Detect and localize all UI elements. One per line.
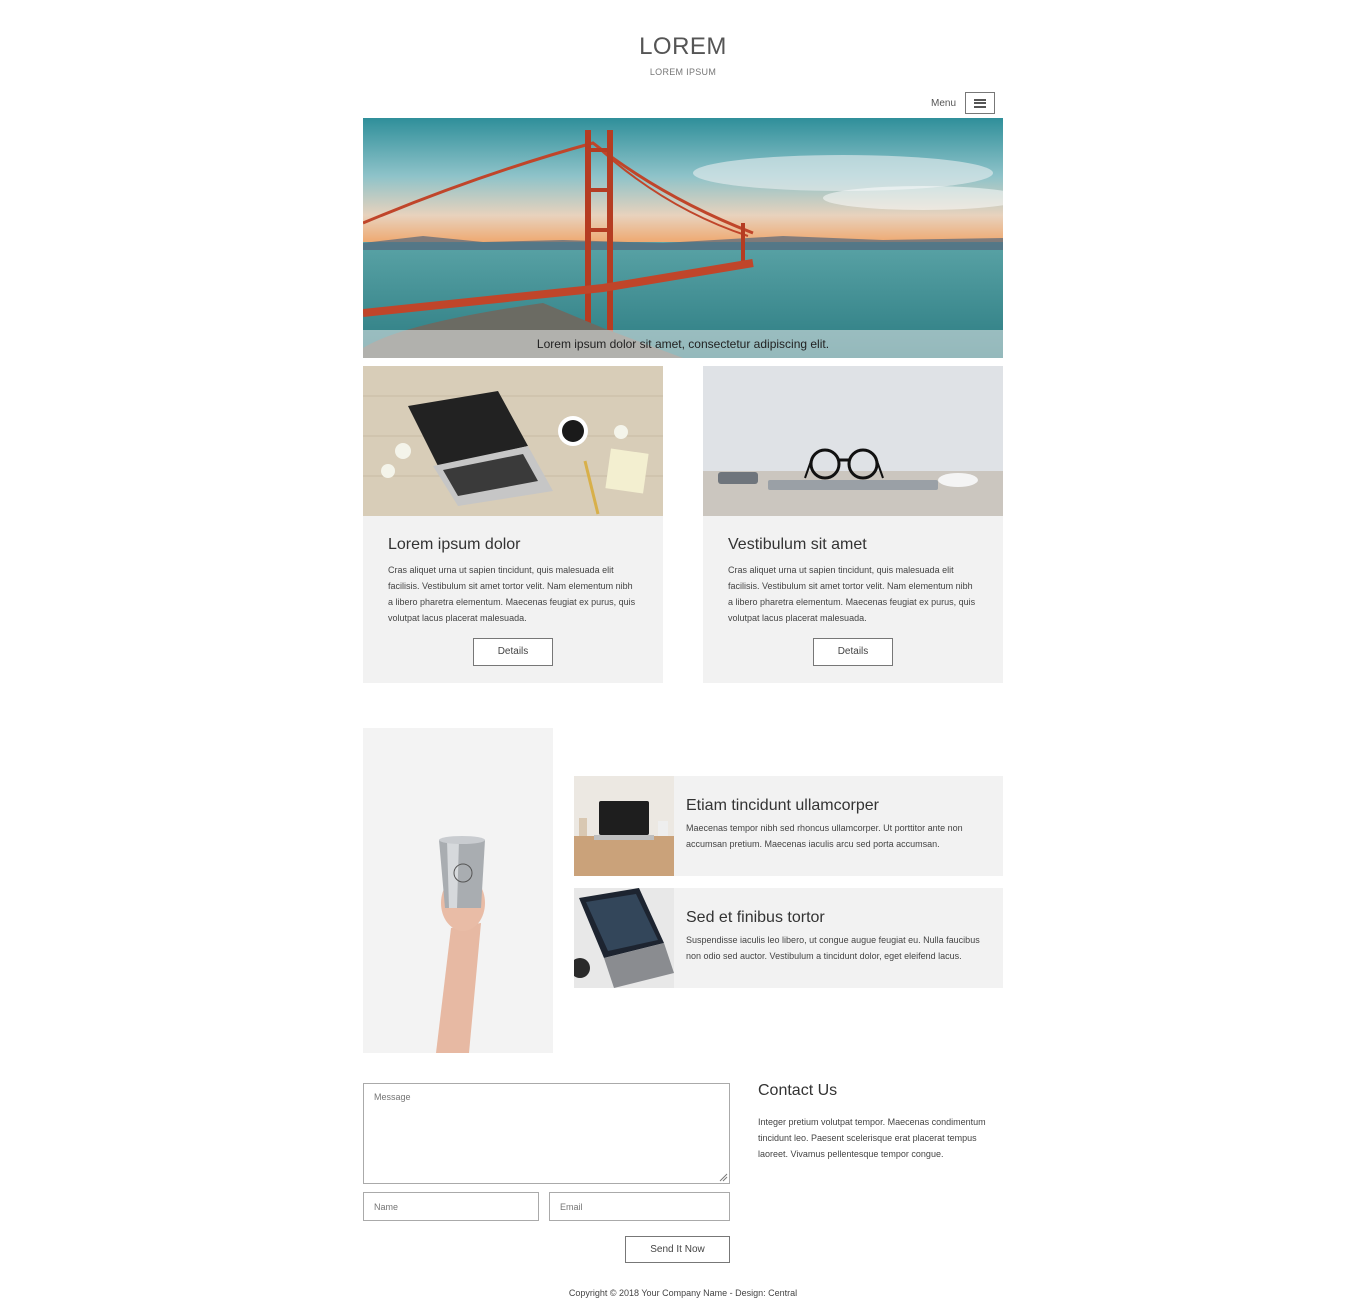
- menu-toggle-button[interactable]: [965, 92, 995, 114]
- card-title: Lorem ipsum dolor: [388, 536, 521, 553]
- contact-text: Integer pretium volutpat tempor. Maecena…: [758, 1117, 986, 1159]
- footer-copyright: Copyright © 2018 Your Company Name - Des…: [568, 1288, 798, 1298]
- hamburger-icon: [974, 98, 986, 108]
- send-button[interactable]: Send It Now: [625, 1236, 730, 1263]
- feature-item: Sed et finibus tortor Suspendisse iaculi…: [574, 888, 1003, 988]
- feature-text: Maecenas tempor nibh sed rhoncus ullamco…: [686, 823, 963, 849]
- card-lorem-ipsum: Lorem ipsum dolor Cras aliquet urna ut s…: [363, 366, 663, 683]
- card-image-glasses-laptop: [703, 366, 1003, 516]
- card-text: Cras aliquet urna ut sapien tincidunt, q…: [388, 565, 636, 623]
- details-button[interactable]: Details: [813, 638, 893, 666]
- email-input[interactable]: [549, 1192, 730, 1221]
- site-title: LOREM: [639, 33, 727, 60]
- feature-image-laptop-dark: [574, 888, 674, 988]
- hand-cup-photo: [363, 728, 553, 1053]
- hero-caption: Lorem ipsum dolor sit amet, consectetur …: [363, 330, 1003, 358]
- details-button[interactable]: Details: [473, 638, 553, 666]
- feature-image-laptop: [574, 776, 674, 876]
- feature-title: Etiam tincidunt ullamcorper: [686, 797, 879, 814]
- card-text: Cras aliquet urna ut sapien tincidunt, q…: [728, 565, 976, 623]
- card-image-laptop-desk: [363, 366, 663, 516]
- message-textarea[interactable]: [363, 1083, 730, 1184]
- card-title: Vestibulum sit amet: [728, 536, 867, 553]
- feature-text: Suspendisse iaculis leo libero, ut congu…: [686, 935, 980, 961]
- site-subtitle: LOREM IPSUM: [649, 67, 717, 77]
- bridge-photo: [363, 118, 1003, 358]
- feature-title: Sed et finibus tortor: [686, 909, 825, 926]
- feature-item: Etiam tincidunt ullamcorper Maecenas tem…: [574, 776, 1003, 876]
- card-vestibulum: Vestibulum sit amet Cras aliquet urna ut…: [703, 366, 1003, 683]
- hero-banner: Lorem ipsum dolor sit amet, consectetur …: [363, 118, 1003, 358]
- contact-title: Contact Us: [758, 1082, 838, 1099]
- name-input[interactable]: [363, 1192, 539, 1221]
- resize-grip-icon[interactable]: [719, 1173, 728, 1182]
- menu-label[interactable]: Menu: [931, 98, 956, 109]
